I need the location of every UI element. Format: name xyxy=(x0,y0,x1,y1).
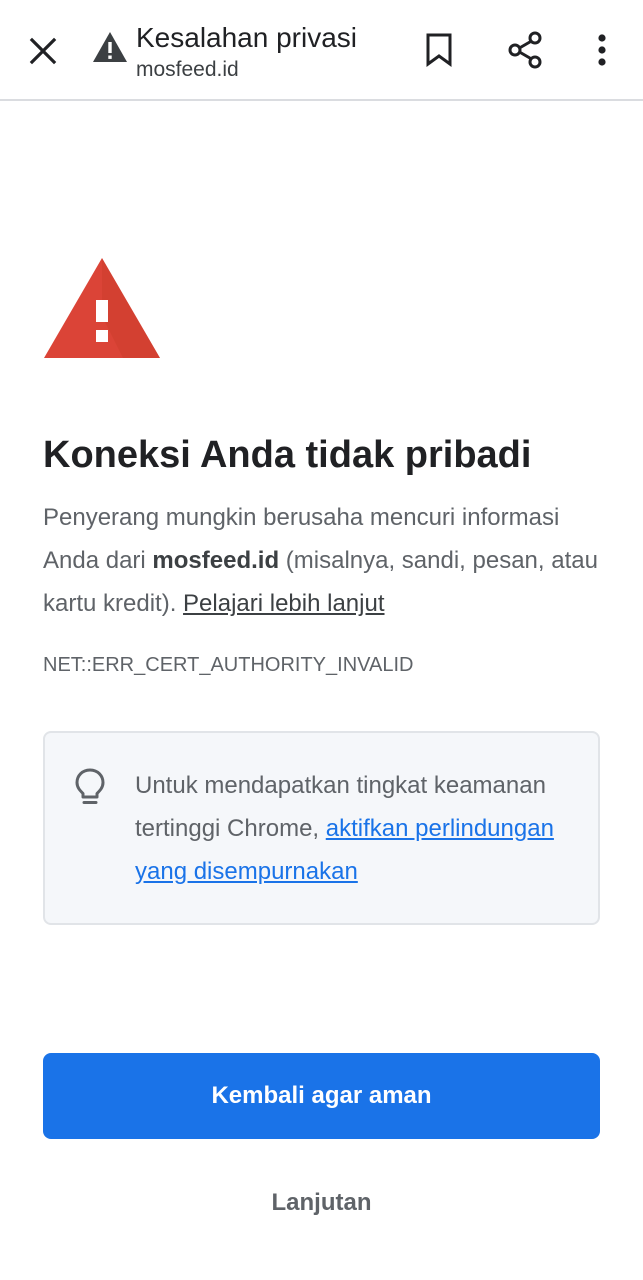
share-icon xyxy=(508,31,542,69)
top-app-bar: Kesalahan privasi mosfeed.id xyxy=(0,0,643,101)
tip-text: Untuk mendapatkan tingkat keamanan terti… xyxy=(135,764,585,893)
advanced-button[interactable]: Lanjutan xyxy=(193,1179,450,1227)
share-button[interactable] xyxy=(505,30,545,70)
error-description: Penyerang mungkin berusaha mencuri infor… xyxy=(43,496,600,625)
back-to-safety-button[interactable]: Kembali agar aman xyxy=(43,1053,600,1139)
description-domain: mosfeed.id xyxy=(152,547,280,574)
warning-icon xyxy=(93,32,127,62)
error-heading: Koneksi Anda tidak pribadi xyxy=(43,434,532,476)
warning-triangle-icon xyxy=(44,258,160,358)
bookmark-icon xyxy=(426,33,452,67)
error-code: NET::ERR_CERT_AUTHORITY_INVALID xyxy=(43,654,414,676)
bookmark-button[interactable] xyxy=(419,30,459,70)
safe-browsing-tip-box: Untuk mendapatkan tingkat keamanan terti… xyxy=(43,731,600,925)
page-title-block: Kesalahan privasi mosfeed.id xyxy=(136,20,406,83)
more-options-button[interactable] xyxy=(582,30,622,70)
more-vert-icon xyxy=(598,34,606,66)
page-title: Kesalahan privasi xyxy=(136,22,358,53)
learn-more-link[interactable]: Pelajari lebih lanjut xyxy=(183,590,384,617)
close-icon xyxy=(29,37,57,65)
page-url: mosfeed.id xyxy=(136,58,239,81)
close-button[interactable] xyxy=(24,32,62,70)
lightbulb-icon xyxy=(75,768,105,804)
